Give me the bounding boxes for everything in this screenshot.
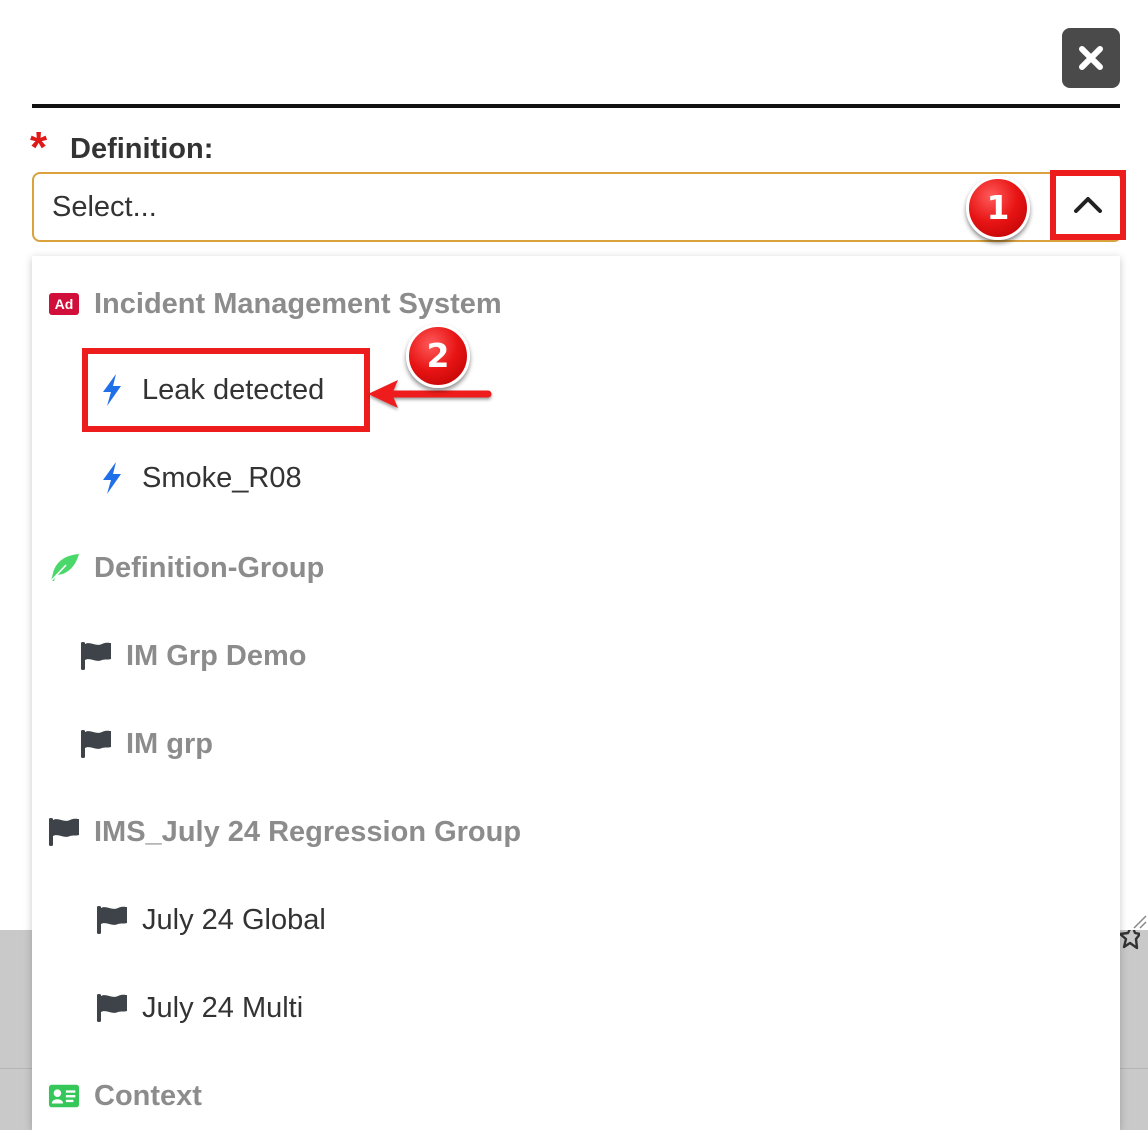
contact-card-icon xyxy=(48,1084,80,1108)
option-group-incident-management-system: Ad Incident Management System xyxy=(48,282,502,326)
option-label: Smoke_R08 xyxy=(142,461,302,494)
option-im-grp-demo[interactable]: IM Grp Demo xyxy=(80,634,306,678)
flag-icon xyxy=(81,642,111,670)
flag-icon xyxy=(97,906,127,934)
option-group-definition-group: Definition-Group xyxy=(48,546,324,590)
select-placeholder: Select... xyxy=(52,191,157,223)
bolt-icon xyxy=(103,462,121,494)
required-marker: * xyxy=(30,123,48,172)
step-badge-1: 1 xyxy=(966,176,1030,240)
option-group-context: Context xyxy=(48,1074,202,1118)
option-label: IM grp xyxy=(126,727,213,760)
chevron-up-icon xyxy=(1074,197,1102,213)
feather-icon xyxy=(50,554,79,582)
leak-detected-highlight xyxy=(82,348,370,432)
close-button[interactable] xyxy=(1062,28,1120,88)
dropdown-toggle-button[interactable] xyxy=(1050,170,1126,240)
definition-label: Definition: xyxy=(70,133,214,165)
resize-grip-icon[interactable] xyxy=(1128,910,1148,930)
option-label: July 24 Global xyxy=(142,903,326,936)
close-icon xyxy=(1079,46,1103,70)
option-im-grp[interactable]: IM grp xyxy=(80,722,213,766)
header-divider xyxy=(32,104,1120,108)
option-label: IM Grp Demo xyxy=(126,639,307,672)
option-smoke-r08[interactable]: Smoke_R08 xyxy=(96,456,302,500)
option-label: Context xyxy=(94,1079,202,1112)
option-group-ims-july-24-regression: IMS_July 24 Regression Group xyxy=(48,810,521,854)
option-label: IMS_July 24 Regression Group xyxy=(94,815,522,848)
definition-select[interactable]: Select... xyxy=(32,172,1122,242)
option-label: Incident Management System xyxy=(94,287,502,320)
flag-icon xyxy=(81,730,111,758)
ad-icon: Ad xyxy=(49,293,79,315)
flag-icon xyxy=(49,818,79,846)
flag-icon xyxy=(97,994,127,1022)
option-label: Definition-Group xyxy=(94,551,325,584)
svg-text:Ad: Ad xyxy=(55,296,74,312)
option-label: July 24 Multi xyxy=(142,991,304,1024)
step-badge-2: 2 xyxy=(406,324,470,388)
option-july-24-multi[interactable]: July 24 Multi xyxy=(96,986,303,1030)
option-july-24-global[interactable]: July 24 Global xyxy=(96,898,326,942)
